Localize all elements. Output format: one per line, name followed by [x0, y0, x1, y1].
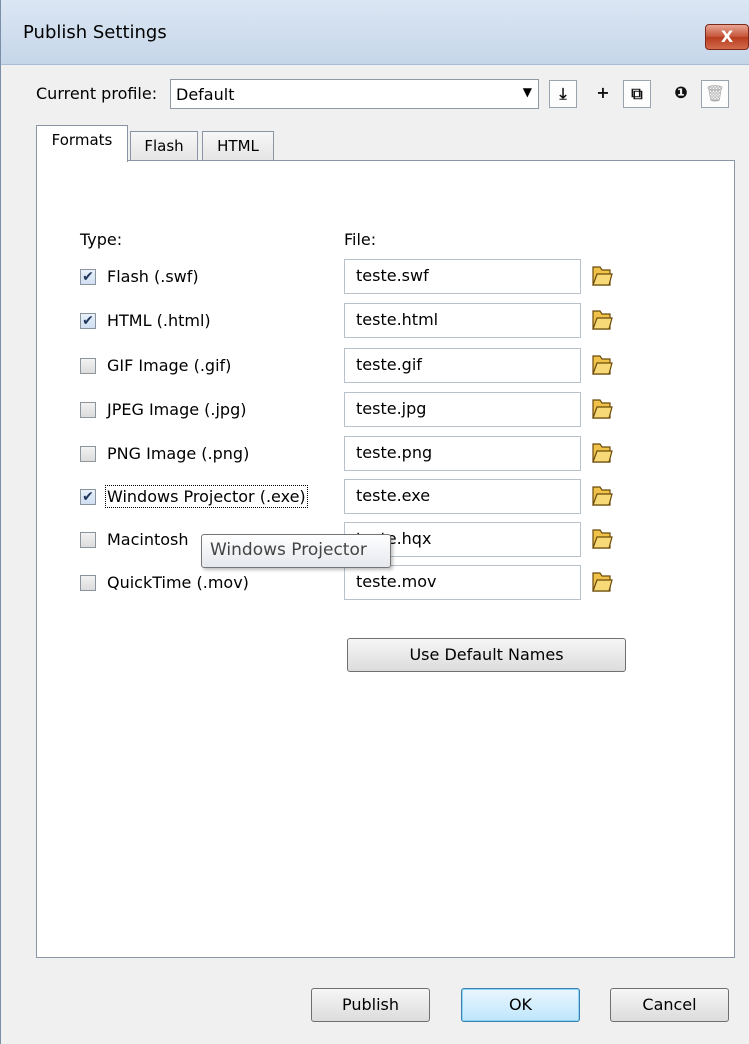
jpeg-label[interactable]: JPEG Image (.jpg)	[107, 400, 246, 419]
tab-html-label: HTML	[217, 137, 259, 155]
file-header: File:	[344, 230, 377, 249]
jpeg-file-field[interactable]: teste.jpg	[344, 392, 581, 427]
png-label[interactable]: PNG Image (.png)	[107, 444, 249, 463]
tab-html[interactable]: HTML	[202, 131, 274, 161]
close-icon: X	[720, 27, 734, 46]
windows-projector-checkbox[interactable]: ✔	[80, 489, 96, 505]
import-export-profile-button[interactable]: ⤓	[549, 80, 577, 108]
window-title: Publish Settings	[23, 22, 167, 43]
html-file-field[interactable]: teste.html	[344, 303, 581, 338]
format-row-png: PNG Image (.png) teste.png	[1, 436, 749, 472]
folder-icon[interactable]	[591, 263, 613, 289]
folder-icon[interactable]	[591, 569, 613, 595]
current-profile-select[interactable]: Default ▼	[170, 79, 539, 109]
checkmark-icon: ✔	[82, 313, 94, 329]
title-bar: Publish Settings X	[1, 0, 749, 65]
close-button[interactable]: X	[705, 24, 749, 50]
quicktime-file-field[interactable]: teste.mov	[344, 565, 581, 600]
tab-formats[interactable]: Formats	[36, 125, 128, 162]
delete-profile-icon: 🗑	[704, 84, 726, 103]
macintosh-checkbox[interactable]	[80, 532, 96, 548]
cancel-button[interactable]: Cancel	[610, 988, 729, 1022]
flash-file-field[interactable]: teste.swf	[344, 259, 581, 294]
use-default-names-button[interactable]: Use Default Names	[347, 638, 626, 672]
format-row-quicktime: QuickTime (.mov) teste.mov	[1, 565, 749, 601]
duplicate-profile-icon: ⧉	[631, 84, 643, 103]
tab-flash[interactable]: Flash	[130, 131, 198, 161]
profile-properties-icon: ❶	[674, 83, 688, 102]
profile-row: Current profile: Default ▼ ⤓ + ⧉ ❶ 🗑	[1, 78, 749, 114]
format-row-flash: ✔ Flash (.swf) teste.swf	[1, 259, 749, 295]
png-checkbox[interactable]	[80, 446, 96, 462]
tooltip: Windows Projector	[201, 534, 391, 568]
current-profile-label: Current profile:	[36, 84, 158, 103]
folder-icon[interactable]	[591, 440, 613, 466]
publish-button[interactable]: Publish	[311, 988, 430, 1022]
import-export-profile-icon: ⤓	[559, 84, 567, 103]
checkmark-icon: ✔	[82, 269, 94, 285]
duplicate-profile-button[interactable]: ⧉	[623, 80, 651, 108]
flash-checkbox[interactable]: ✔	[80, 269, 96, 285]
gif-label[interactable]: GIF Image (.gif)	[107, 356, 231, 375]
gif-file-field[interactable]: teste.gif	[344, 348, 581, 383]
current-profile-value: Default	[176, 85, 235, 104]
format-row-html: ✔ HTML (.html) teste.html	[1, 303, 749, 339]
folder-icon[interactable]	[591, 352, 613, 378]
quicktime-checkbox[interactable]	[80, 575, 96, 591]
format-row-gif: GIF Image (.gif) teste.gif	[1, 348, 749, 384]
checkmark-icon: ✔	[82, 489, 94, 505]
html-label[interactable]: HTML (.html)	[107, 311, 211, 330]
windows-projector-file-field[interactable]: teste.exe	[344, 479, 581, 514]
jpeg-checkbox[interactable]	[80, 402, 96, 418]
quicktime-label[interactable]: QuickTime (.mov)	[107, 573, 249, 592]
folder-icon[interactable]	[591, 396, 613, 422]
folder-icon[interactable]	[591, 307, 613, 333]
gif-checkbox[interactable]	[80, 358, 96, 374]
windows-projector-label[interactable]: Windows Projector (.exe)	[105, 485, 308, 508]
type-header: Type:	[80, 230, 123, 249]
tab-strip: Formats Flash HTML	[36, 125, 736, 162]
profile-properties-button[interactable]: ❶	[667, 80, 695, 108]
create-profile-button[interactable]: +	[589, 80, 617, 108]
tab-flash-label: Flash	[144, 137, 184, 155]
format-row-windows-projector: ✔ Windows Projector (.exe) teste.exe	[1, 479, 749, 515]
ok-button[interactable]: OK	[461, 988, 580, 1022]
create-profile-icon: +	[596, 83, 610, 102]
flash-label[interactable]: Flash (.swf)	[107, 267, 199, 286]
macintosh-label[interactable]: Macintosh	[107, 530, 189, 549]
delete-profile-button[interactable]: 🗑	[701, 80, 729, 108]
html-checkbox[interactable]: ✔	[80, 313, 96, 329]
publish-settings-dialog: Publish Settings X Current profile: Defa…	[0, 0, 749, 1044]
png-file-field[interactable]: teste.png	[344, 436, 581, 471]
folder-icon[interactable]	[591, 526, 613, 552]
tab-formats-label: Formats	[51, 131, 113, 149]
folder-icon[interactable]	[591, 483, 613, 509]
chevron-down-icon: ▼	[522, 85, 532, 99]
format-row-jpeg: JPEG Image (.jpg) teste.jpg	[1, 392, 749, 428]
